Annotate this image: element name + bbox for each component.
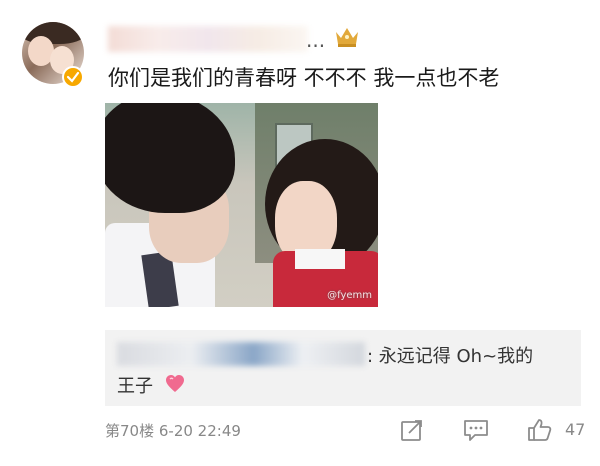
floor-number: 第70楼 [105,422,155,440]
thumbs-up-icon [527,418,553,446]
username-blurred[interactable] [108,26,308,52]
verified-badge-icon [62,66,84,88]
crown-icon [334,24,360,48]
timestamp: 6-20 22:49 [158,422,241,440]
reply-text-line2: 王子 [117,376,153,397]
reply-box[interactable]: : 永远记得 Oh~我的 王子 [105,330,581,406]
photo-watermark: @fyemm [327,290,372,301]
comment-bubble-icon [463,418,489,446]
reply-username-blurred[interactable] [117,342,365,366]
username-ellipsis: ... [306,28,326,52]
repost-button[interactable] [398,418,426,446]
comment-button[interactable] [462,418,490,446]
comment-footer: 第70楼 6-20 22:49 47 [0,418,600,448]
floor-and-time: 第70楼 6-20 22:49 [105,420,241,441]
heart-icon [165,374,185,394]
comment-text: 你们是我们的青春呀 不不不 我一点也不老 [108,66,500,90]
like-button[interactable] [526,418,554,446]
like-count: 47 [565,420,586,439]
comment-photo[interactable]: @fyemm [105,103,378,307]
reply-text-line1: : 永远记得 Oh~我的 [367,346,534,367]
share-edit-icon [400,418,424,446]
